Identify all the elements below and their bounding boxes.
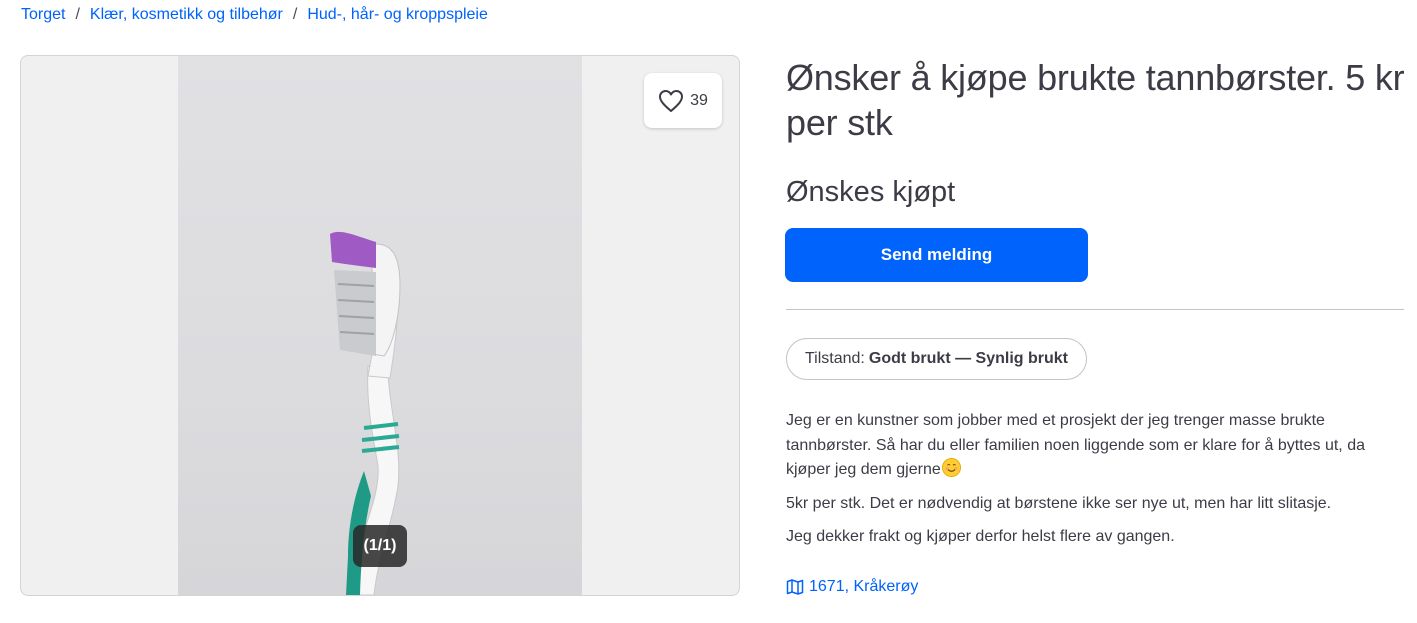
breadcrumb-separator: / xyxy=(292,6,298,23)
condition-value: Godt brukt — Synlig brukt xyxy=(868,350,1068,367)
favorite-button[interactable]: 39 xyxy=(644,73,722,128)
breadcrumb-link-hudpleie[interactable]: Hud-, hår- og kroppspleie xyxy=(307,5,488,25)
location-link[interactable]: 1671, Kråkerøy xyxy=(786,578,918,596)
price-label: Ønskes kjøpt xyxy=(786,176,956,208)
divider xyxy=(786,309,1404,310)
listing-description: Jeg er en kunstner som jobber med et pro… xyxy=(786,409,1386,559)
condition-badge: Tilstand: Godt brukt — Synlig brukt xyxy=(786,338,1087,380)
map-icon xyxy=(786,579,804,595)
listing-photo[interactable] xyxy=(178,56,582,595)
send-message-button[interactable]: Send melding xyxy=(785,228,1088,282)
breadcrumb-link-klaer[interactable]: Klær, kosmetikk og tilbehør xyxy=(90,5,283,25)
favorite-count: 39 xyxy=(690,91,708,109)
breadcrumb-separator: / xyxy=(75,6,80,23)
breadcrumb-link-torget[interactable]: Torget xyxy=(21,5,65,25)
image-gallery[interactable]: 39 (1/1) xyxy=(20,55,740,596)
description-paragraph: 5kr per stk. Det er nødvendig at børsten… xyxy=(786,494,1332,512)
smiley-emoji-icon xyxy=(941,458,961,477)
listing-title: Ønsker å kjøpe brukte tannbørster. 5 kr … xyxy=(786,57,1405,143)
description-paragraph: Jeg dekker frakt og kjøper derfor helst … xyxy=(786,528,1175,545)
breadcrumb: Torget / Klær, kosmetikk og tilbehør / H… xyxy=(21,5,488,25)
image-counter: (1/1) xyxy=(353,525,407,567)
location-text[interactable]: 1671, Kråkerøy xyxy=(809,578,918,596)
description-paragraph: Jeg er en kunstner som jobber med et pro… xyxy=(786,409,1386,483)
heart-icon xyxy=(659,89,684,112)
description-text: Jeg er en kunstner som jobber med et pro… xyxy=(786,412,1365,478)
toothbrush-image xyxy=(330,231,401,595)
condition-label: Tilstand: xyxy=(805,350,865,367)
